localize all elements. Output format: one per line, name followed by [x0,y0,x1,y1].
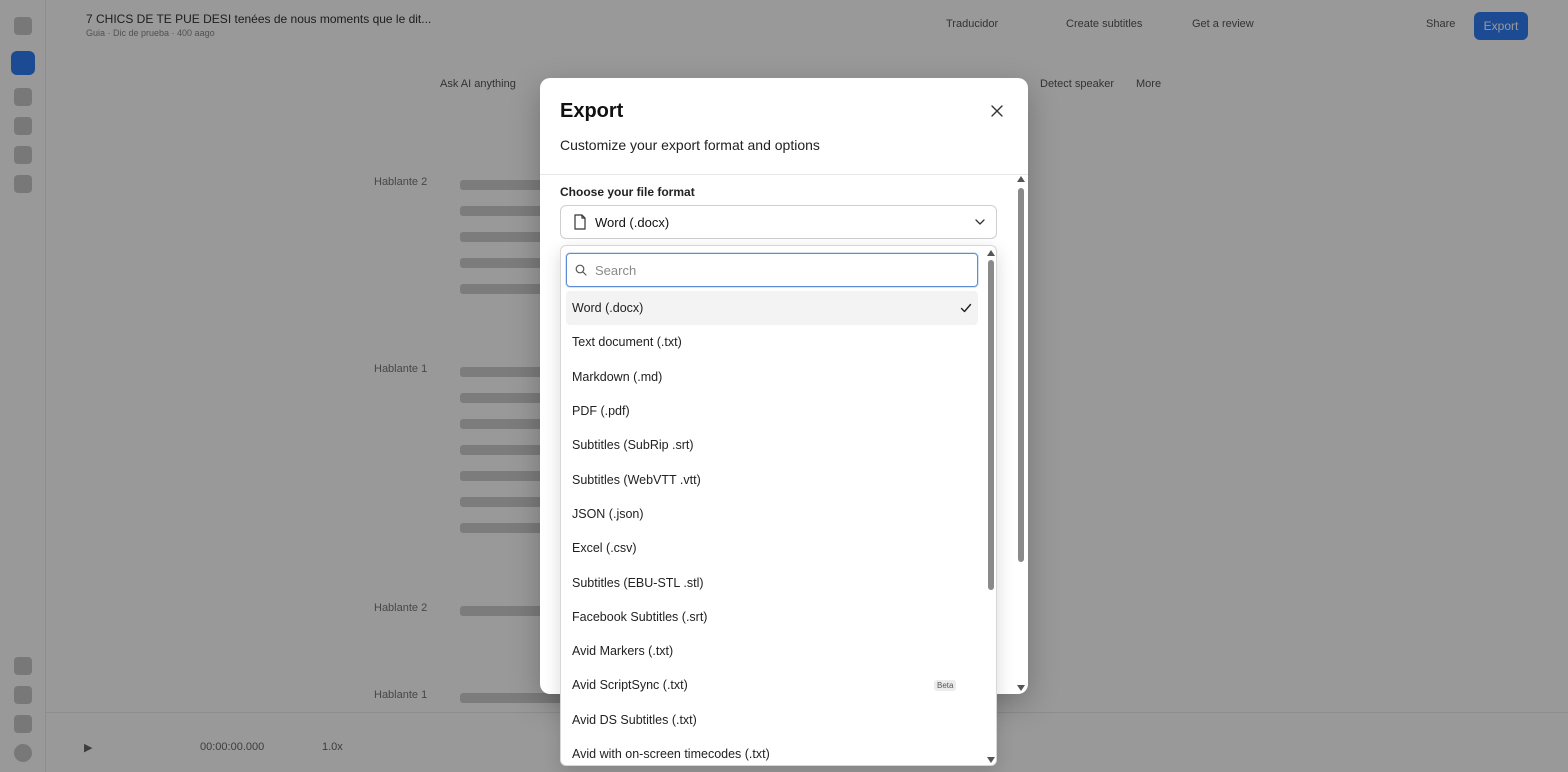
format-option-label: Facebook Subtitles (.srt) [572,609,708,624]
scroll-down-arrow-icon[interactable] [987,757,995,763]
format-label: Choose your file format [560,185,695,199]
format-option-label: Markdown (.md) [572,369,663,384]
format-option-label: Avid ScriptSync (.txt) [572,678,688,693]
dialog-title: Export [560,100,624,122]
format-option[interactable]: Text document (.txt) [566,325,978,359]
format-option[interactable]: Avid ScriptSync (.txt) Beta [566,668,978,702]
divider [540,174,1028,175]
format-option[interactable]: Subtitles (WebVTT .vtt) [566,462,978,496]
format-option[interactable]: Avid DS Subtitles (.txt) [566,703,978,737]
format-option[interactable]: Markdown (.md) [566,360,978,394]
format-option-label: Avid Markers (.txt) [572,644,674,659]
scroll-down-arrow-icon[interactable] [1017,685,1025,691]
format-option[interactable]: Subtitles (SubRip .srt) [566,428,978,462]
format-option[interactable]: Word (.docx) [566,291,978,326]
format-option[interactable]: PDF (.pdf) [566,394,978,428]
format-dropdown: Word (.docx) Text document (.txt) Markdown… [560,245,997,766]
format-option-label: Avid DS Subtitles (.txt) [572,712,697,727]
scrollbar-thumb[interactable] [1018,188,1024,562]
scrollbar-thumb[interactable] [988,260,994,590]
format-option[interactable]: Facebook Subtitles (.srt) [566,600,978,634]
format-select[interactable]: Word (.docx) [560,205,997,239]
format-option[interactable]: Avid with on-screen timecodes (.txt) [566,737,978,765]
close-icon [991,105,1003,117]
format-option[interactable]: JSON (.json) [566,497,978,531]
scroll-up-arrow-icon[interactable] [987,250,995,256]
scroll-up-arrow-icon[interactable] [1017,176,1025,182]
dropdown-scrollbar[interactable] [985,246,996,765]
format-option-label: PDF (.pdf) [572,404,630,419]
file-icon [574,214,586,230]
selected-format-label: Word (.docx) [595,214,670,230]
close-button[interactable] [986,100,1008,122]
check-icon [960,303,972,313]
search-field[interactable] [566,253,978,287]
beta-badge: Beta [934,680,957,692]
format-option-label: Word (.docx) [572,301,644,316]
format-option[interactable]: Avid Markers (.txt) [566,634,978,668]
format-option[interactable]: Subtitles (EBU-STL .stl) [566,565,978,599]
format-option-label: Text document (.txt) [572,335,682,350]
format-option-label: JSON (.json) [572,506,644,521]
format-option-label: Excel (.csv) [572,541,637,556]
format-option-label: Subtitles (EBU-STL .stl) [572,575,704,590]
format-option-label: Subtitles (WebVTT .vtt) [572,472,701,487]
dialog-description: Customize your export format and options [560,137,820,153]
format-option[interactable]: Excel (.csv) [566,531,978,565]
dialog-scrollbar[interactable] [1016,176,1026,694]
search-input[interactable] [595,262,965,278]
chevron-down-icon [975,219,985,225]
format-options-list: Word (.docx) Text document (.txt) Markdown… [561,291,986,765]
format-option-label: Subtitles (SubRip .srt) [572,438,694,453]
search-icon [575,264,587,276]
format-option-label: Avid with on-screen timecodes (.txt) [572,747,770,761]
